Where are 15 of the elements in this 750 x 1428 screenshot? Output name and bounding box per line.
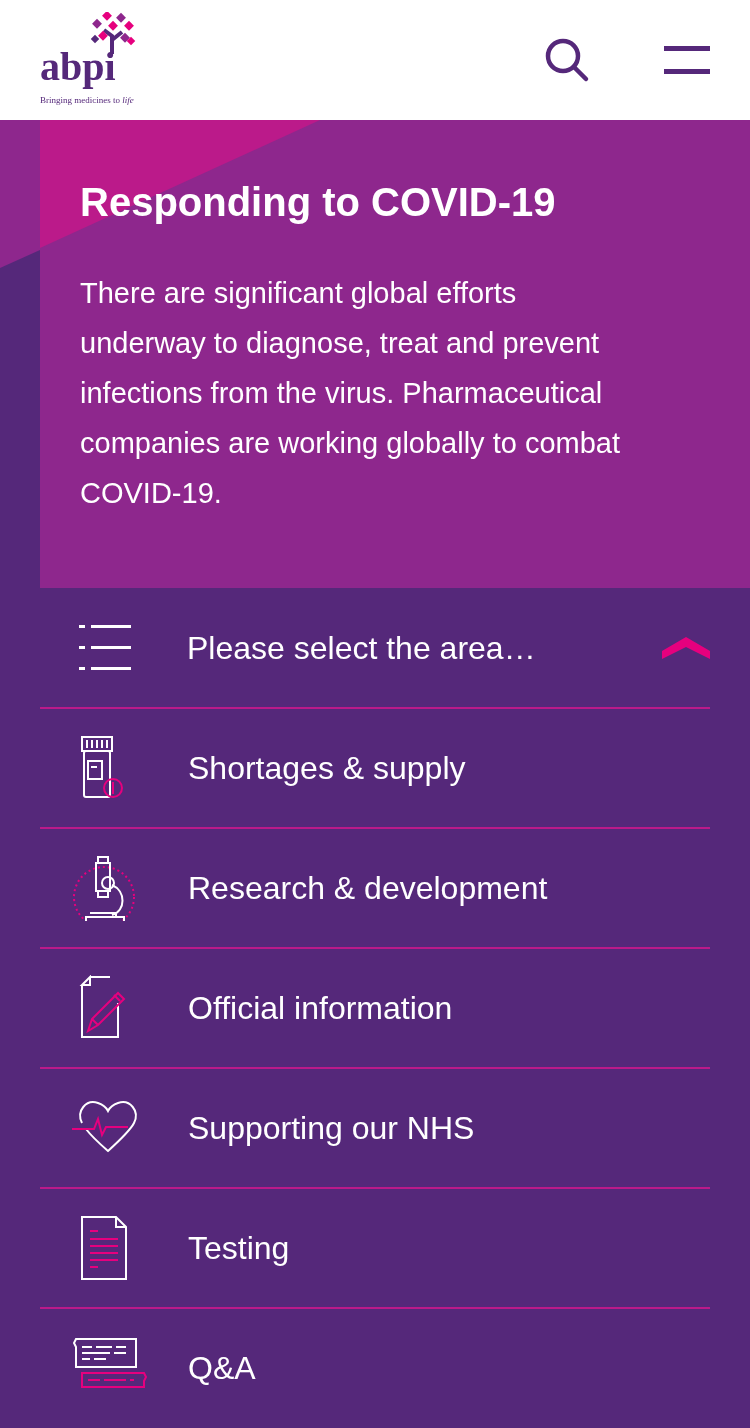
menu-item-link[interactable]: Official information	[188, 984, 453, 1032]
menu-item-link[interactable]: Shortages & supply	[188, 744, 466, 792]
hero-title: Responding to COVID-19	[80, 179, 557, 226]
menu-item-link[interactable]: Q&A	[188, 1344, 256, 1392]
search-icon[interactable]	[544, 37, 590, 83]
menu-item-link[interactable]: Research & development	[188, 864, 548, 912]
area-select-dropdown[interactable]: Please select the area…	[40, 588, 710, 707]
abpi-logo[interactable]: abpi Bringing medicines to life	[40, 12, 136, 108]
hero-paragraph: There are significant global efforts underway to diagnose, treat and prevent infections from the virus. Pharmaceutical companies are working globally to combat COVID-19.	[80, 276, 621, 511]
logo-tagline: Bringing medicines to life	[40, 94, 134, 108]
menu-icon[interactable]	[664, 46, 710, 74]
menu-item-link[interactable]: Supporting our NHS	[188, 1104, 475, 1152]
logo-wordmark: abpi	[40, 44, 116, 91]
menu-item-link[interactable]: Testing	[188, 1224, 290, 1272]
list-icon	[79, 624, 131, 671]
